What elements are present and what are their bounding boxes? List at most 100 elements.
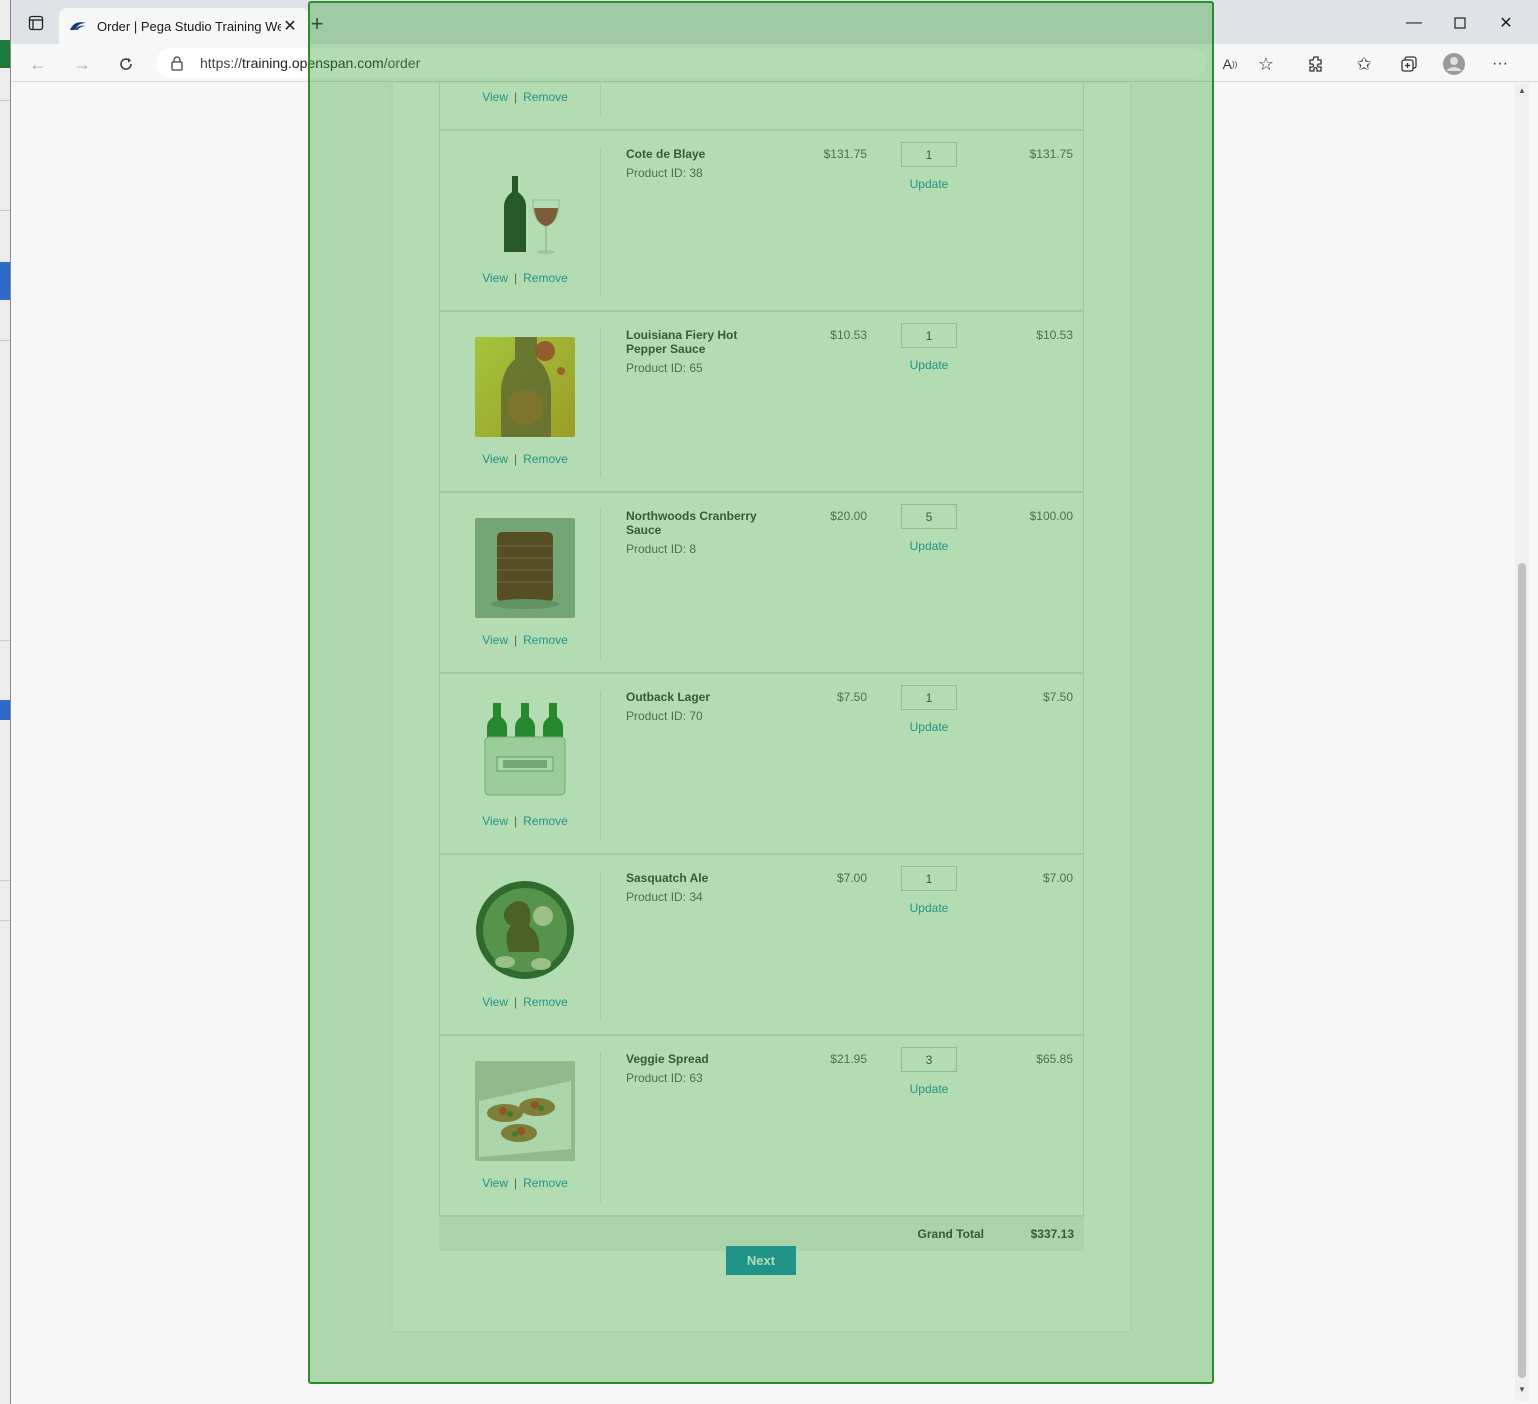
update-link[interactable]: Update (901, 177, 957, 191)
product-name: Sasquatch Ale (626, 871, 709, 885)
profile-avatar-icon[interactable] (1439, 49, 1469, 79)
quantity-input[interactable] (901, 323, 957, 348)
unit-price: $20.00 (830, 509, 867, 523)
background-divider (0, 640, 10, 641)
product-id: Product ID: 34 (626, 890, 703, 904)
row-divider (600, 690, 601, 840)
remove-link[interactable]: Remove (523, 452, 568, 466)
product-id: Product ID: 8 (626, 542, 697, 556)
browser-window: Order | Pega Studio Training Wel ✕ + — ✕… (10, 0, 1538, 1404)
background-app-fragment (0, 40, 10, 68)
next-button[interactable]: Next (726, 1246, 796, 1275)
row-links: View | Remove (440, 995, 610, 1009)
lock-icon[interactable] (170, 55, 186, 71)
vertical-scrollbar[interactable]: ▲ ▼ (1515, 83, 1529, 1401)
product-image-veggie[interactable] (475, 1061, 575, 1161)
tab-close-icon[interactable]: ✕ (281, 17, 299, 35)
scroll-up-icon[interactable]: ▲ (1517, 86, 1527, 95)
cart-table: View | Remove View | Remove Cote de Blay… (439, 83, 1084, 1251)
cart-row: View | Remove Outback Lager Product ID: 70… (439, 674, 1084, 855)
refresh-icon[interactable] (111, 49, 141, 79)
quantity-input[interactable] (901, 685, 957, 710)
background-highlight (0, 262, 10, 300)
tab-title: Order | Pega Studio Training Wel (97, 18, 281, 34)
view-link[interactable]: View (482, 452, 508, 466)
view-link[interactable]: View (482, 1176, 508, 1190)
link-separator: | (513, 633, 518, 647)
remove-link[interactable]: Remove (523, 90, 568, 104)
collections-icon[interactable] (1394, 49, 1424, 79)
row-divider (600, 871, 601, 1021)
remove-link[interactable]: Remove (523, 814, 568, 828)
url-prefix: https:// (200, 55, 243, 71)
line-total: $100.00 (1029, 509, 1073, 523)
product-id: Product ID: 63 (626, 1071, 703, 1085)
maximize-icon (1454, 17, 1466, 29)
background-app-window (0, 0, 10, 1404)
row-links: View | Remove (440, 271, 610, 285)
view-link[interactable]: View (482, 271, 508, 285)
minimize-button[interactable]: — (1399, 10, 1429, 36)
scroll-down-icon[interactable]: ▼ (1517, 1385, 1527, 1394)
url-text: https://training.openspan.com/order (200, 55, 420, 71)
product-name: Veggie Spread (626, 1052, 709, 1066)
background-divider (0, 100, 10, 101)
view-link[interactable]: View (482, 90, 508, 104)
tab-actions-icon[interactable] (23, 10, 49, 36)
close-window-button[interactable]: ✕ (1491, 10, 1521, 36)
product-id: Product ID: 38 (626, 166, 703, 180)
link-separator: | (513, 452, 518, 466)
product-image-ale[interactable] (475, 880, 575, 980)
line-total: $7.50 (1042, 690, 1073, 704)
forward-icon[interactable]: → (67, 49, 97, 79)
background-divider (0, 880, 10, 881)
extensions-icon[interactable] (1301, 49, 1331, 79)
product-name: Northwoods Cranberry Sauce (626, 509, 757, 537)
product-image-wine[interactable] (475, 156, 575, 256)
quantity-input[interactable] (901, 866, 957, 891)
line-total: $10.53 (1036, 328, 1073, 342)
browser-toolbar: ← → https://training.openspan.com/order … (11, 44, 1538, 82)
quantity-input[interactable] (901, 142, 957, 167)
line-total: $7.00 (1042, 871, 1073, 885)
product-image-lager[interactable] (475, 699, 575, 799)
update-link[interactable]: Update (901, 1082, 957, 1096)
row-links: View | Remove (440, 633, 610, 647)
row-divider (600, 1052, 601, 1202)
read-aloud-icon[interactable]: A)) (1215, 49, 1245, 79)
unit-price: $7.50 (836, 690, 867, 704)
update-link[interactable]: Update (901, 901, 957, 915)
view-link[interactable]: View (482, 633, 508, 647)
view-link[interactable]: View (482, 814, 508, 828)
remove-link[interactable]: Remove (523, 633, 568, 647)
cart-row-partial: View | Remove (439, 83, 1084, 131)
row-links: View | Remove (440, 90, 610, 104)
page-viewport: View | Remove View | Remove Cote de Blay… (11, 83, 1527, 1401)
update-link[interactable]: Update (901, 539, 957, 553)
background-divider (0, 210, 10, 211)
product-image-hot-sauce[interactable] (475, 337, 575, 437)
remove-link[interactable]: Remove (523, 1176, 568, 1190)
grand-total-value: $337.13 (1030, 1227, 1074, 1241)
product-image-cranberry[interactable] (475, 518, 575, 618)
address-bar[interactable]: https://training.openspan.com/order (156, 48, 1206, 78)
view-link[interactable]: View (482, 995, 508, 1009)
link-separator: | (513, 90, 518, 104)
product-name: Louisiana Fiery Hot Pepper Sauce (626, 328, 738, 356)
row-divider (600, 83, 601, 115)
more-options-icon[interactable]: ··· (1485, 49, 1515, 79)
remove-link[interactable]: Remove (523, 271, 568, 285)
favorites-icon[interactable]: ✩ (1349, 49, 1379, 79)
unit-price: $7.00 (836, 871, 867, 885)
maximize-button[interactable] (1445, 10, 1475, 36)
update-link[interactable]: Update (901, 358, 957, 372)
update-link[interactable]: Update (901, 720, 957, 734)
new-tab-button[interactable]: + (305, 13, 329, 37)
add-favorite-icon[interactable]: ☆ (1251, 49, 1281, 79)
quantity-input[interactable] (901, 504, 957, 529)
back-icon[interactable]: ← (23, 49, 53, 79)
tab-order[interactable]: Order | Pega Studio Training Wel ✕ (59, 8, 309, 44)
remove-link[interactable]: Remove (523, 995, 568, 1009)
scroll-thumb[interactable] (1518, 563, 1526, 1378)
quantity-input[interactable] (901, 1047, 957, 1072)
